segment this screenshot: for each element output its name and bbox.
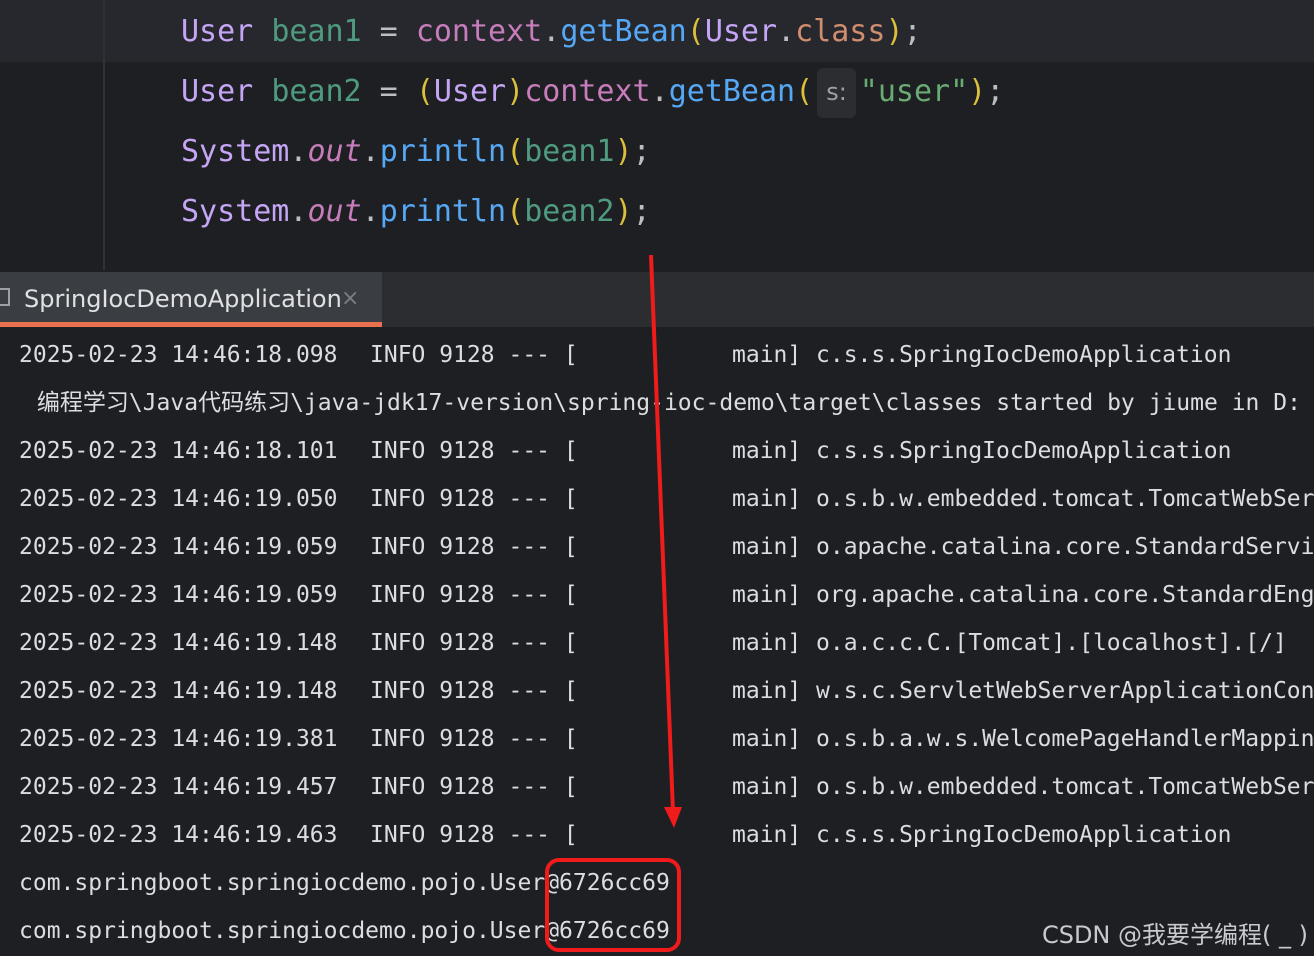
hashcode-highlight-box: [545, 858, 681, 952]
arrow-head: [664, 807, 682, 828]
annotation-arrow: [649, 254, 682, 828]
watermark: CSDN @我要学编程( _ ): [1041, 921, 1308, 949]
arrow-shaft: [649, 254, 675, 813]
